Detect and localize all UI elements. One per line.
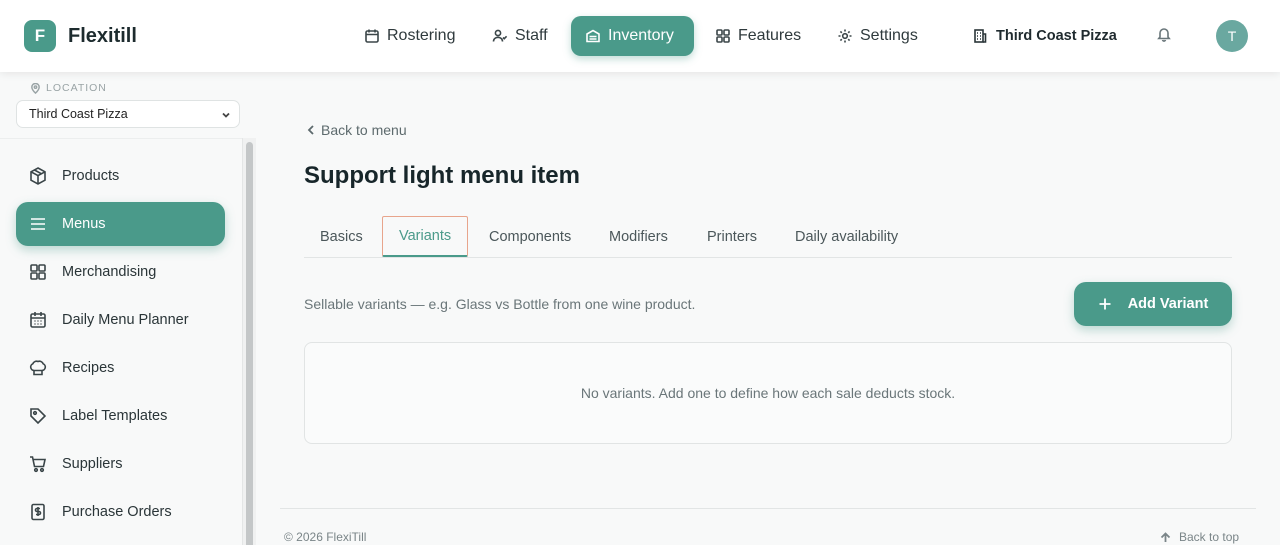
sidebar: LOCATION Third Coast Pizza Products Menu… [0, 72, 256, 545]
grid-icon [716, 29, 730, 43]
location-label-text: LOCATION [46, 82, 107, 94]
sidebar-item-label: Products [62, 168, 120, 184]
tab-daily-availability[interactable]: Daily availability [779, 216, 914, 257]
nav-inventory[interactable]: Inventory [571, 16, 694, 56]
tab-printers[interactable]: Printers [691, 216, 773, 257]
tag-icon [30, 408, 47, 425]
sidebar-item-label: Purchase Orders [62, 504, 172, 520]
sidebar-item-label: Menus [62, 216, 106, 232]
grid-icon [30, 264, 46, 280]
back-link-label: Back to menu [321, 122, 407, 138]
sidebar-divider [0, 138, 256, 139]
scrollbar-thumb[interactable] [246, 142, 253, 545]
tab-basics[interactable]: Basics [304, 216, 379, 257]
back-to-top-link[interactable]: Back to top [1160, 530, 1239, 544]
chevron-left-icon [307, 125, 314, 135]
nav-label: Staff [515, 27, 548, 44]
variants-empty-state: No variants. Add one to define how each … [304, 342, 1232, 444]
nav-staff[interactable]: Staff [478, 16, 562, 56]
sidebar-item-products[interactable]: Products [16, 154, 225, 198]
sidebar-item-label: Recipes [62, 360, 115, 376]
sidebar-item-label: Suppliers [62, 456, 123, 472]
calendar-icon [365, 29, 379, 43]
back-to-top-label: Back to top [1179, 530, 1240, 544]
calendar-icon [30, 312, 46, 328]
app-name[interactable]: Flexitill [68, 25, 137, 48]
tab-modifiers[interactable]: Modifiers [593, 216, 684, 257]
location-select[interactable]: Third Coast Pizza [16, 100, 240, 128]
menu-icon [31, 218, 45, 230]
sidebar-item-daily-menu-planner[interactable]: Daily Menu Planner [16, 298, 225, 342]
sidebar-item-recipes[interactable]: Recipes [16, 346, 225, 390]
nav-label: Rostering [387, 27, 456, 44]
users-icon [492, 29, 508, 42]
tab-components[interactable]: Components [473, 216, 587, 257]
sidebar-item-purchase-orders[interactable]: Purchase Orders [16, 490, 225, 534]
sidebar-item-label: Daily Menu Planner [62, 312, 189, 328]
dollar-doc-icon [31, 503, 45, 521]
building-icon [974, 29, 987, 43]
nav-rostering[interactable]: Rostering [350, 16, 469, 56]
empty-state-message: No variants. Add one to define how each … [580, 385, 956, 401]
store-name: Third Coast Pizza [996, 28, 1117, 44]
sidebar-item-suppliers[interactable]: Suppliers [16, 442, 225, 486]
gear-icon [838, 29, 852, 43]
nav-label: Inventory [608, 27, 674, 44]
chevron-down-icon [221, 109, 231, 119]
add-variant-label: Add Variant [1127, 296, 1209, 312]
tab-bar: Basics Variants Components Modifiers Pri… [304, 216, 1232, 258]
sidebar-item-label: Merchandising [62, 264, 157, 280]
nav-settings[interactable]: Settings [823, 16, 932, 56]
add-variant-button[interactable]: Add Variant [1074, 282, 1232, 326]
footer-divider [280, 508, 1256, 509]
page-title: Support light menu item [304, 162, 580, 189]
nav-label: Settings [860, 27, 918, 44]
notifications-button[interactable] [1156, 26, 1176, 46]
sidebar-item-label-templates[interactable]: Label Templates [16, 394, 225, 438]
nav-features[interactable]: Features [701, 16, 815, 56]
sidebar-scrollbar[interactable] [242, 138, 256, 545]
sidebar-item-menus[interactable]: Menus [16, 202, 225, 246]
top-bar: F Flexitill Rostering Staff Inventory Fe… [0, 0, 1280, 72]
chef-hat-icon [29, 360, 47, 376]
arrow-up-icon [1160, 531, 1171, 542]
tab-variants[interactable]: Variants [382, 216, 469, 257]
sidebar-item-merchandising[interactable]: Merchandising [16, 250, 225, 294]
bell-icon [1157, 28, 1171, 42]
box-icon [30, 167, 46, 185]
back-to-menu-link[interactable]: Back to menu [306, 122, 407, 138]
plus-icon [1099, 298, 1111, 310]
sidebar-item-label: Label Templates [62, 408, 168, 424]
inventory-icon [586, 29, 600, 43]
avatar[interactable]: T [1216, 20, 1248, 52]
location-label: LOCATION [30, 82, 107, 94]
store-switcher[interactable]: Third Coast Pizza [966, 16, 1123, 56]
nav-label: Features [738, 27, 802, 44]
app-logo[interactable]: F [24, 20, 56, 52]
location-select-value: Third Coast Pizza [29, 107, 128, 121]
map-pin-icon [31, 82, 40, 94]
variants-description: Sellable variants — e.g. Glass vs Bottle… [304, 296, 696, 312]
footer-copyright: © 2026 FlexiTill [284, 530, 367, 544]
cart-icon [30, 456, 46, 473]
